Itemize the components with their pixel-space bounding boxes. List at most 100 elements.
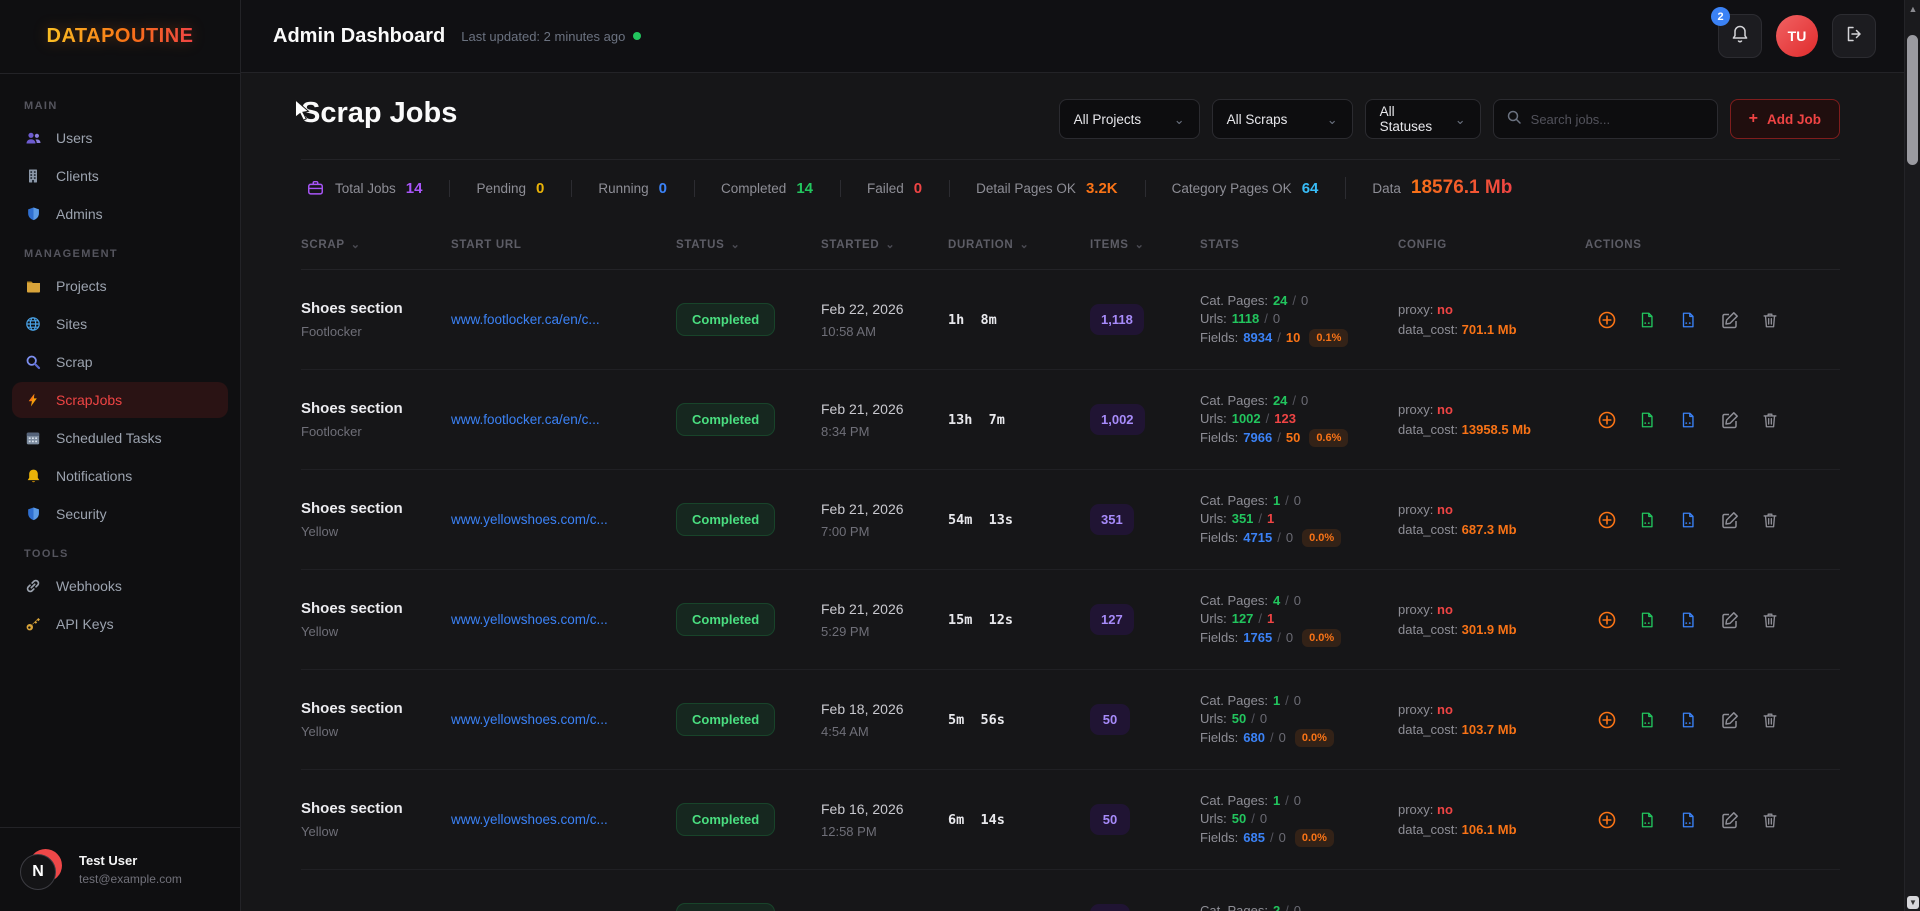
folder-icon xyxy=(24,278,42,294)
table-row: Shoes section Yellow www.yellowshoes.com… xyxy=(301,670,1840,770)
users-icon xyxy=(24,130,42,146)
sort-chevron-icon: ⌄ xyxy=(731,238,741,251)
cell-duration: 13h 7m xyxy=(948,412,1090,428)
file-json-icon[interactable] xyxy=(1679,610,1699,630)
sidebar-item-scrap[interactable]: Scrap xyxy=(12,344,228,380)
header-user-avatar[interactable]: TU xyxy=(1776,15,1818,57)
sidebar-item-label: Security xyxy=(56,506,107,522)
file-json-icon[interactable] xyxy=(1679,810,1699,830)
status-badge: Completed xyxy=(676,303,775,336)
cell-duration: 5m 56s xyxy=(948,712,1090,728)
circle-plus-icon[interactable] xyxy=(1597,310,1617,330)
cell-status: Completed xyxy=(676,503,821,536)
delete-icon[interactable] xyxy=(1761,310,1781,330)
stat-label: Total Jobs xyxy=(335,181,396,196)
start-url-link[interactable]: www.footlocker.ca/en/c... xyxy=(451,312,600,327)
sidebar-item-scheduled-tasks[interactable]: Scheduled Tasks xyxy=(12,420,228,456)
column-header-config[interactable]: CONFIG xyxy=(1398,239,1585,251)
circle-plus-icon[interactable] xyxy=(1597,410,1617,430)
started-time: 7:00 PM xyxy=(821,524,948,539)
scrollbar-up-arrow[interactable]: ▲ xyxy=(1908,4,1918,14)
sidebar-item-clients[interactable]: Clients xyxy=(12,158,228,194)
start-url-link[interactable]: www.yellowshoes.com/c... xyxy=(451,612,608,627)
stats-bar: Total Jobs 14 Pending 0 Running 0 Comple… xyxy=(301,159,1840,214)
start-url-link[interactable]: www.footlocker.ca/en/c... xyxy=(451,412,600,427)
column-header-status[interactable]: STATUS ⌄ xyxy=(676,238,821,251)
cell-stats: Cat. Pages: 4/0 Urls: 127/1 Fields: 1765… xyxy=(1200,590,1398,650)
delete-icon[interactable] xyxy=(1761,510,1781,530)
delete-icon[interactable] xyxy=(1761,410,1781,430)
column-header-scrap[interactable]: SCRAP ⌄ xyxy=(301,238,451,251)
search-input[interactable] xyxy=(1531,112,1705,127)
start-url-link[interactable]: www.yellowshoes.com/c... xyxy=(451,812,608,827)
add-job-button[interactable]: + Add Job xyxy=(1730,99,1840,139)
file-csv-icon[interactable] xyxy=(1638,810,1658,830)
status-badge: Completed xyxy=(676,803,775,836)
fields-line: Fields: 8934/10 0.1% xyxy=(1200,329,1398,347)
file-csv-icon[interactable] xyxy=(1638,710,1658,730)
sidebar-item-admins[interactable]: Admins xyxy=(12,196,228,232)
statuses-filter-select[interactable]: All Statuses⌄ xyxy=(1365,99,1481,139)
file-csv-icon[interactable] xyxy=(1638,610,1658,630)
cell-duration: 54m 13s xyxy=(948,512,1090,528)
circle-plus-icon[interactable] xyxy=(1597,710,1617,730)
sidebar-item-security[interactable]: Security xyxy=(12,496,228,532)
start-url-link[interactable]: www.yellowshoes.com/c... xyxy=(451,512,608,527)
column-header-started[interactable]: STARTED ⌄ xyxy=(821,238,948,251)
fields-line: Fields: 680/0 0.0% xyxy=(1200,729,1398,747)
cell-stats: Cat. Pages: 1/0 Urls: 50/0 Fields: 685/0… xyxy=(1200,790,1398,850)
app-root: DATAPOUTINE MAIN Users Clients Admins MA… xyxy=(0,0,1920,911)
logout-button[interactable] xyxy=(1832,14,1876,58)
delete-icon[interactable] xyxy=(1761,610,1781,630)
cell-config: proxy: no data_cost: 13958.5 Mb xyxy=(1398,397,1585,442)
stat-value: 0 xyxy=(914,180,922,197)
started-time: 10:58 AM xyxy=(821,324,948,339)
column-header-start-url[interactable]: START URL xyxy=(451,239,676,251)
edit-icon[interactable] xyxy=(1720,310,1740,330)
scrollbar-down-arrow[interactable]: ▼ xyxy=(1907,896,1919,909)
file-json-icon[interactable] xyxy=(1679,710,1699,730)
cell-scrap: Shoes section Yellow xyxy=(301,500,451,539)
file-csv-icon[interactable] xyxy=(1638,510,1658,530)
file-json-icon[interactable] xyxy=(1679,410,1699,430)
sidebar-item-sites[interactable]: Sites xyxy=(12,306,228,342)
projects-filter-select[interactable]: All Projects⌄ xyxy=(1059,99,1200,139)
proxy-line: proxy: no xyxy=(1398,702,1585,717)
edit-icon[interactable] xyxy=(1720,510,1740,530)
circle-plus-icon[interactable] xyxy=(1597,810,1617,830)
cell-started: Feb 16, 2026 12:58 PM xyxy=(821,801,948,839)
circle-plus-icon[interactable] xyxy=(1597,610,1617,630)
column-header-stats[interactable]: STATS xyxy=(1200,239,1398,251)
sidebar-item-users[interactable]: Users xyxy=(12,120,228,156)
notifications-button[interactable]: 2 xyxy=(1718,14,1762,58)
delete-icon[interactable] xyxy=(1761,810,1781,830)
circle-plus-icon[interactable] xyxy=(1597,510,1617,530)
cell-config: proxy: no data_cost: 301.9 Mb xyxy=(1398,597,1585,642)
sidebar-user-profile[interactable]: N Test User test@example.com xyxy=(0,827,240,911)
sidebar-item-api-keys[interactable]: API Keys xyxy=(12,606,228,642)
column-header-actions[interactable]: ACTIONS xyxy=(1585,239,1840,251)
column-header-items[interactable]: ITEMS ⌄ xyxy=(1090,238,1200,251)
column-header-duration[interactable]: DURATION ⌄ xyxy=(948,238,1090,251)
sidebar-item-notifications[interactable]: Notifications xyxy=(12,458,228,494)
scrollbar-thumb[interactable] xyxy=(1907,35,1918,165)
sidebar-item-scrapjobs[interactable]: ScrapJobs xyxy=(12,382,228,418)
file-csv-icon[interactable] xyxy=(1638,310,1658,330)
delete-icon[interactable] xyxy=(1761,710,1781,730)
file-json-icon[interactable] xyxy=(1679,510,1699,530)
edit-icon[interactable] xyxy=(1720,810,1740,830)
last-updated-text: Last updated: 2 minutes ago xyxy=(461,29,625,44)
sidebar-item-projects[interactable]: Projects xyxy=(12,268,228,304)
edit-icon[interactable] xyxy=(1720,410,1740,430)
scraps-filter-select[interactable]: All Scraps⌄ xyxy=(1212,99,1353,139)
sidebar-item-webhooks[interactable]: Webhooks xyxy=(12,568,228,604)
start-url-link[interactable]: www.yellowshoes.com/c... xyxy=(451,712,608,727)
fail-percent-badge: 0.1% xyxy=(1309,329,1348,347)
file-json-icon[interactable] xyxy=(1679,310,1699,330)
header-title: Admin Dashboard xyxy=(273,25,445,48)
edit-icon[interactable] xyxy=(1720,710,1740,730)
status-online-dot xyxy=(633,32,641,40)
scrap-site: Footlocker xyxy=(301,424,451,439)
file-csv-icon[interactable] xyxy=(1638,410,1658,430)
edit-icon[interactable] xyxy=(1720,610,1740,630)
